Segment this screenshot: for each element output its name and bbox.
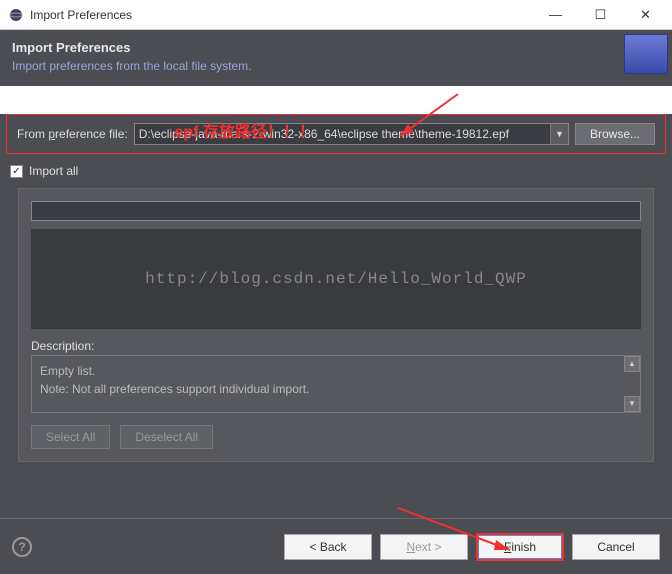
import-all-label: Import all (29, 164, 78, 178)
cancel-button[interactable]: Cancel (572, 534, 660, 560)
import-all-checkbox[interactable]: ✓ (10, 165, 23, 178)
minimize-button[interactable]: — (533, 1, 578, 29)
back-button[interactable]: < Back (284, 534, 372, 560)
dialog-footer: ? < Back Next > Finish Cancel (0, 518, 672, 574)
help-icon[interactable]: ? (12, 537, 32, 557)
filter-input[interactable] (31, 201, 641, 221)
file-row: From preference file: ▼ Browse... (6, 114, 666, 154)
import-icon (624, 34, 668, 74)
eclipse-icon (8, 7, 24, 23)
maximize-button[interactable]: ☐ (578, 1, 623, 29)
scroll-up-icon[interactable]: ▲ (624, 356, 640, 372)
deselect-all-button[interactable]: Deselect All (120, 425, 213, 449)
description-line: Note: Not all preferences support indivi… (40, 380, 632, 398)
description-label: Description: (31, 339, 641, 353)
description-box: Empty list. Note: Not all preferences su… (31, 355, 641, 413)
file-input[interactable] (135, 124, 550, 144)
window-title: Import Preferences (30, 8, 533, 22)
preferences-panel: http://blog.csdn.net/Hello_World_QWP Des… (18, 188, 654, 462)
select-all-button[interactable]: Select All (31, 425, 110, 449)
preferences-list: http://blog.csdn.net/Hello_World_QWP (31, 229, 641, 329)
next-button: Next > (380, 534, 468, 560)
header-title: Import Preferences (12, 40, 660, 55)
file-combo[interactable]: ▼ (134, 123, 569, 145)
browse-button[interactable]: Browse... (575, 123, 655, 145)
scroll-down-icon[interactable]: ▼ (624, 396, 640, 412)
header-subtitle: Import preferences from the local file s… (12, 59, 660, 73)
description-line: Empty list. (40, 362, 632, 380)
file-label: From preference file: (17, 127, 128, 141)
import-all-row: ✓ Import all (0, 154, 672, 182)
dialog-body: .epf 存放路径！！！ From preference file: ▼ Bro… (0, 114, 672, 546)
finish-button[interactable]: Finish (476, 533, 564, 561)
dialog-header: Import Preferences Import preferences fr… (0, 30, 672, 86)
watermark-text: http://blog.csdn.net/Hello_World_QWP (145, 270, 527, 288)
titlebar: Import Preferences — ☐ ✕ (0, 0, 672, 30)
close-button[interactable]: ✕ (623, 1, 668, 29)
chevron-down-icon[interactable]: ▼ (550, 124, 568, 144)
